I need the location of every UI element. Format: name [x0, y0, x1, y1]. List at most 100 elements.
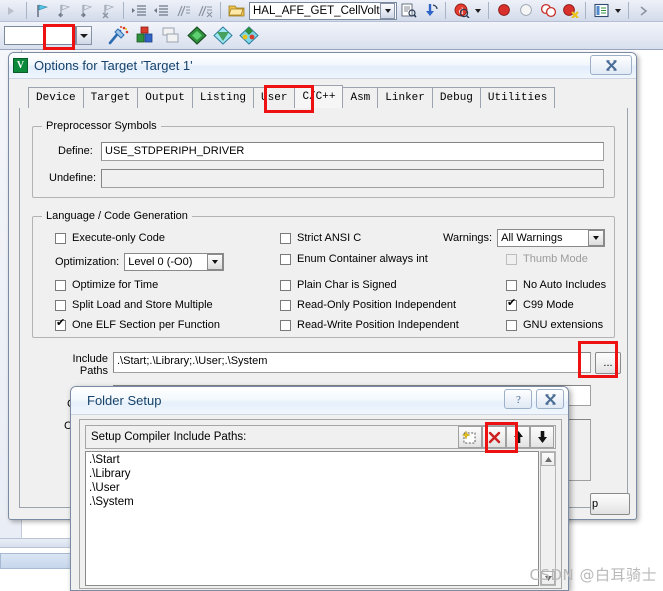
tab-asm[interactable]: Asm — [342, 87, 379, 108]
multi-project-icon[interactable] — [159, 24, 183, 48]
indent-icon[interactable] — [129, 1, 149, 21]
checkbox-read-write-position-independent[interactable]: Read-Write Position Independent — [280, 319, 459, 331]
checkbox-optimize-for-time[interactable]: Optimize for Time — [55, 279, 158, 291]
tab-c-cpp[interactable]: C/C++ — [294, 85, 344, 108]
tab-label: Device — [36, 92, 76, 104]
tab-label: Target — [90, 92, 131, 104]
include-paths-input[interactable]: .\Start;.\Library;.\User;.\System — [113, 352, 591, 373]
chevron-down-icon[interactable] — [207, 254, 224, 270]
close-icon[interactable] — [536, 389, 564, 409]
tab-device[interactable]: Device — [28, 87, 84, 108]
project-window-icon[interactable] — [591, 1, 611, 21]
toolbar-separator — [220, 2, 221, 19]
options-dialog-title: Options for Target 'Target 1' — [34, 58, 193, 73]
checkbox-one-elf-section-per-function[interactable]: One ELF Section per Function — [55, 318, 220, 331]
scroll-up-icon[interactable] — [541, 452, 555, 466]
tab-label: Output — [145, 92, 185, 104]
list-item[interactable]: .\User — [89, 481, 538, 495]
manage-run-time-env-icon[interactable] — [211, 24, 235, 48]
new-path-button[interactable] — [458, 426, 482, 448]
warnings-select[interactable]: All Warnings — [497, 229, 606, 247]
checkbox-box — [280, 299, 291, 311]
tab-debug[interactable]: Debug — [431, 87, 481, 108]
breakpoint-disable-icon[interactable] — [516, 1, 536, 21]
folder-setup-titlebar[interactable]: Folder Setup ? — [71, 387, 568, 415]
folder-setup-body: Setup Compiler Include Paths: .\Start .\… — [79, 419, 562, 589]
tab-listing[interactable]: Listing — [191, 87, 255, 108]
bookmark-toggle-icon[interactable] — [32, 1, 52, 21]
project-window-dropdown-icon[interactable] — [612, 2, 624, 20]
options-for-target-icon[interactable] — [105, 24, 131, 48]
preprocessor-symbols-group: Preprocessor Symbols Define: USE_STDPERI… — [32, 120, 615, 198]
checkbox-label: Execute-only Code — [72, 232, 165, 244]
chevron-down-icon[interactable] — [588, 230, 605, 246]
find-in-files-icon[interactable] — [398, 1, 418, 21]
bookmark-next-icon[interactable] — [76, 1, 96, 21]
include-paths-label-line1: Include — [72, 353, 108, 365]
include-paths-value: .\Start;.\Library;.\User;.\System — [117, 355, 268, 367]
bookmark-prev-icon[interactable] — [54, 1, 74, 21]
tab-target[interactable]: Target — [82, 87, 139, 108]
help-button[interactable]: p — [590, 493, 630, 515]
checkbox-label: GNU extensions — [523, 319, 604, 331]
checkbox-gnu-extensions[interactable]: GNU extensions — [506, 319, 603, 331]
define-input[interactable]: USE_STDPERIPH_DRIVER — [101, 142, 604, 161]
manage-project-items-icon[interactable] — [133, 24, 157, 48]
function-combo[interactable]: HAL_AFE_GET_CellVolt — [249, 1, 397, 20]
undefine-input[interactable] — [101, 169, 604, 188]
checkbox-split-load-and-store-multiple[interactable]: Split Load and Store Multiple — [55, 299, 213, 311]
target-combo[interactable] — [4, 26, 76, 45]
checkbox-no-auto-includes[interactable]: No Auto Includes — [506, 279, 606, 291]
overflow-icon[interactable] — [634, 1, 654, 21]
goto-definition-icon[interactable] — [420, 1, 440, 21]
toolbar-separator — [488, 2, 489, 19]
tab-user[interactable]: User — [253, 87, 296, 108]
chevron-down-icon[interactable] — [380, 2, 395, 19]
checkbox-read-only-position-independent[interactable]: Read-Only Position Independent — [280, 299, 456, 311]
target-combo-chevron-down-icon[interactable] — [76, 26, 92, 45]
list-item[interactable]: .\Library — [89, 467, 538, 481]
checkbox-c99-mode[interactable]: C99 Mode — [506, 298, 574, 311]
checkbox-enum-container-always-int[interactable]: Enum Container always int — [280, 253, 428, 265]
toolbar-row-2 — [0, 22, 663, 50]
checkbox-label: Read-Only Position Independent — [297, 299, 456, 311]
debug-start-icon[interactable]: d — [451, 1, 471, 21]
run-to-cursor-icon[interactable] — [1, 1, 21, 21]
optimization-select[interactable]: Level 0 (-O0) — [124, 253, 225, 271]
breakpoint-kill-all-icon[interactable] — [560, 1, 580, 21]
debug-dropdown-icon[interactable] — [472, 2, 484, 20]
function-combo-value: HAL_AFE_GET_CellVolt — [253, 4, 380, 17]
checkbox-box — [55, 299, 66, 311]
delete-path-button[interactable] — [482, 426, 506, 448]
breakpoint-disable-all-icon[interactable] — [538, 1, 558, 21]
checkbox-plain-char-is-signed[interactable]: Plain Char is Signed — [280, 279, 397, 291]
move-up-button[interactable] — [506, 426, 530, 448]
breakpoint-insert-icon[interactable] — [494, 1, 514, 21]
checkbox-label: Plain Char is Signed — [297, 279, 397, 291]
uncomment-icon[interactable] — [195, 1, 215, 21]
pack-installer-icon[interactable] — [185, 24, 209, 48]
include-paths-list[interactable]: .\Start .\Library .\User .\System — [85, 451, 539, 586]
bookmark-clear-icon[interactable] — [98, 1, 118, 21]
checkbox-strict-ansi-c[interactable]: Strict ANSI C — [280, 232, 361, 244]
define-value: USE_STDPERIPH_DRIVER — [105, 145, 245, 157]
list-item[interactable]: .\System — [89, 495, 538, 509]
tab-utilities[interactable]: Utilities — [479, 87, 556, 108]
help-icon[interactable]: ? — [504, 389, 532, 409]
open-file-icon[interactable] — [226, 1, 246, 21]
list-item[interactable]: .\Start — [89, 453, 538, 467]
options-dialog-titlebar[interactable]: V Options for Target 'Target 1' — [9, 53, 636, 79]
close-icon[interactable] — [590, 55, 632, 75]
move-down-button[interactable] — [530, 426, 554, 448]
manage-project-icon[interactable] — [237, 24, 261, 48]
checkbox-box — [55, 318, 66, 331]
tab-linker[interactable]: Linker — [377, 87, 433, 108]
tab-output[interactable]: Output — [137, 87, 193, 108]
warnings-value: All Warnings — [501, 232, 563, 244]
outdent-icon[interactable] — [151, 1, 171, 21]
checkbox-execute-only-code[interactable]: Execute-only Code — [55, 232, 165, 244]
help-button-label: p — [592, 498, 599, 510]
comment-icon[interactable] — [173, 1, 193, 21]
tab-label: Listing — [199, 92, 247, 104]
include-paths-browse-button[interactable]: ... — [595, 352, 621, 374]
